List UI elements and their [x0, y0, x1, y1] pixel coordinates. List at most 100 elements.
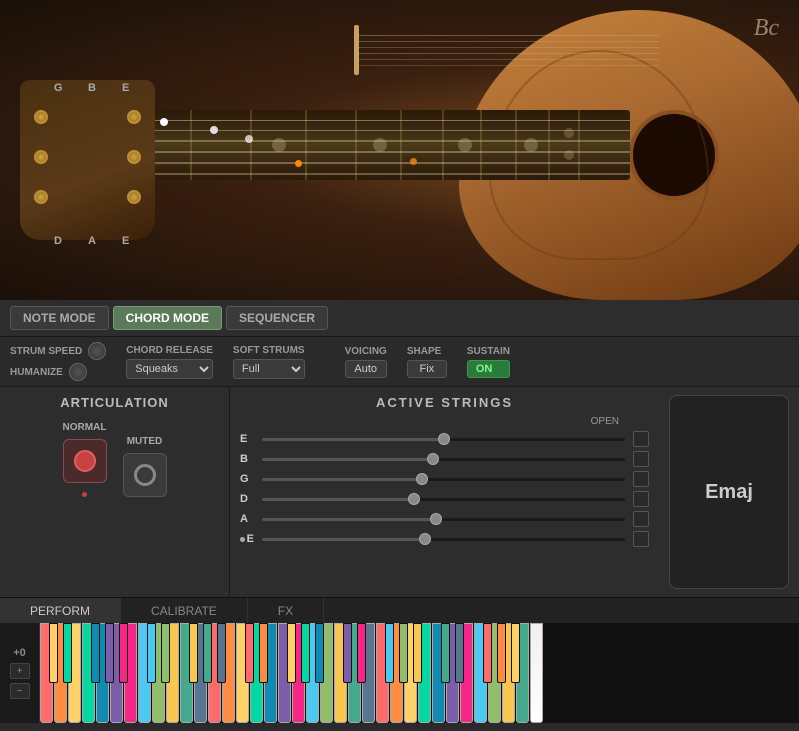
- string-row-e-low: E: [240, 531, 649, 547]
- pitch-down-button[interactable]: −: [10, 683, 30, 699]
- tab-perform[interactable]: PERFORM: [0, 598, 121, 623]
- black-key[interactable]: [343, 623, 352, 683]
- guitar-display: G B E D A E Bc: [0, 0, 799, 300]
- soft-strums-label: SOFT STRUMS: [233, 345, 305, 356]
- black-key[interactable]: [287, 623, 296, 683]
- guitar-headstock: [20, 80, 155, 240]
- open-label: OPEN: [591, 416, 619, 427]
- string-e-low-slider[interactable]: [262, 538, 625, 541]
- articulation-title: ARTICULATION: [52, 395, 177, 410]
- tuning-label-e-high: E: [122, 82, 129, 94]
- muted-button[interactable]: [123, 453, 167, 497]
- string-g-checkbox[interactable]: [633, 471, 649, 487]
- black-key[interactable]: [301, 623, 310, 683]
- e-low-dot: [240, 537, 245, 542]
- soft-strums-dropdown[interactable]: Full: [233, 359, 305, 379]
- strum-speed-group: STRUM SPEED HUMANIZE: [10, 342, 106, 381]
- tab-calibrate[interactable]: CALIBRATE: [121, 598, 248, 623]
- black-key[interactable]: [413, 623, 422, 683]
- soft-strums-group: SOFT STRUMS Full: [233, 345, 305, 379]
- muted-label: MUTED: [127, 436, 163, 447]
- articulation-panel: ARTICULATION NORMAL MUTED: [0, 387, 230, 597]
- black-key[interactable]: [245, 623, 254, 683]
- voicing-value: Auto: [345, 360, 387, 378]
- controls-bar: STRUM SPEED HUMANIZE CHORD RELEASE Squea…: [0, 337, 799, 387]
- chord-release-label: CHORD RELEASE: [126, 345, 213, 356]
- muted-btn-group: MUTED: [123, 436, 167, 497]
- piano-left-controls: +0 + −: [0, 623, 40, 723]
- black-key[interactable]: [259, 623, 268, 683]
- strings-header: OPEN: [240, 416, 649, 427]
- black-key[interactable]: [357, 623, 366, 683]
- black-key[interactable]: [315, 623, 324, 683]
- muted-button-inner: [134, 464, 156, 486]
- strum-speed-label: STRUM SPEED: [10, 346, 82, 357]
- black-key[interactable]: [455, 623, 464, 683]
- strum-speed-knob[interactable]: [88, 342, 106, 360]
- black-key[interactable]: [441, 623, 450, 683]
- string-d-checkbox[interactable]: [633, 491, 649, 507]
- active-strings-title: ACTIVE STRINGS: [240, 395, 649, 410]
- pitch-up-button[interactable]: +: [10, 663, 30, 679]
- string-a-checkbox[interactable]: [633, 511, 649, 527]
- tuning-label-g: G: [54, 82, 63, 94]
- strings-chord-area: ACTIVE STRINGS OPEN E B: [230, 387, 659, 597]
- normal-button-inner: [74, 450, 96, 472]
- string-b-checkbox[interactable]: [633, 451, 649, 467]
- string-d-slider[interactable]: [262, 498, 625, 501]
- black-key[interactable]: [511, 623, 520, 683]
- chord-release-dropdown[interactable]: Squeaks: [126, 359, 213, 379]
- piano-area: +0 + −: [0, 623, 799, 723]
- string-b-slider[interactable]: [262, 458, 625, 461]
- tab-fx[interactable]: FX: [248, 598, 324, 623]
- humanize-label: HUMANIZE: [10, 367, 63, 378]
- black-key[interactable]: [203, 623, 212, 683]
- black-key[interactable]: [189, 623, 198, 683]
- tab-bar: PERFORM CALIBRATE FX: [0, 597, 799, 623]
- string-e-high-checkbox[interactable]: [633, 431, 649, 447]
- string-row-a: A: [240, 511, 649, 527]
- humanize-knob[interactable]: [69, 363, 87, 381]
- brand-logo: Bc: [754, 15, 779, 42]
- tuning-label-d: D: [54, 235, 62, 247]
- string-label-g: G: [240, 473, 254, 485]
- string-row-b: B: [240, 451, 649, 467]
- black-key[interactable]: [63, 623, 72, 683]
- black-key[interactable]: [217, 623, 226, 683]
- shape-group: SHAPE Fix: [407, 346, 447, 378]
- string-g-slider[interactable]: [262, 478, 625, 481]
- sustain-toggle[interactable]: ON: [467, 360, 510, 378]
- string-row-g: G: [240, 471, 649, 487]
- sustain-group: SUSTAIN ON: [467, 346, 510, 378]
- voicing-label: VOICING: [345, 346, 387, 357]
- chord-mode-button[interactable]: CHORD MODE: [113, 306, 222, 330]
- piano-keys-container: [40, 623, 799, 723]
- black-key[interactable]: [147, 623, 156, 683]
- note-mode-button[interactable]: NOTE MODE: [10, 306, 109, 330]
- piano-keys: [40, 623, 799, 723]
- black-key[interactable]: [483, 623, 492, 683]
- black-key[interactable]: [497, 623, 506, 683]
- white-key[interactable]: [530, 623, 543, 723]
- normal-button[interactable]: [63, 439, 107, 483]
- sequencer-button[interactable]: SEQUENCER: [226, 306, 328, 330]
- string-e-low-checkbox[interactable]: [633, 531, 649, 547]
- tuning-label-e-low: E: [122, 235, 129, 247]
- string-a-slider[interactable]: [262, 518, 625, 521]
- string-e-high-slider[interactable]: [262, 438, 625, 441]
- chord-name: Emaj: [705, 481, 753, 504]
- sustain-label: SUSTAIN: [467, 346, 510, 357]
- black-key[interactable]: [161, 623, 170, 683]
- shape-value: Fix: [407, 360, 447, 378]
- tuning-label-a: A: [88, 235, 96, 247]
- black-key[interactable]: [119, 623, 128, 683]
- string-label-e-low: E: [240, 533, 254, 545]
- black-key[interactable]: [105, 623, 114, 683]
- black-key[interactable]: [385, 623, 394, 683]
- articulation-buttons: NORMAL MUTED: [63, 422, 167, 497]
- black-key[interactable]: [91, 623, 100, 683]
- black-key[interactable]: [399, 623, 408, 683]
- normal-active-dot: [82, 492, 87, 497]
- string-row-d: D: [240, 491, 649, 507]
- black-key[interactable]: [49, 623, 58, 683]
